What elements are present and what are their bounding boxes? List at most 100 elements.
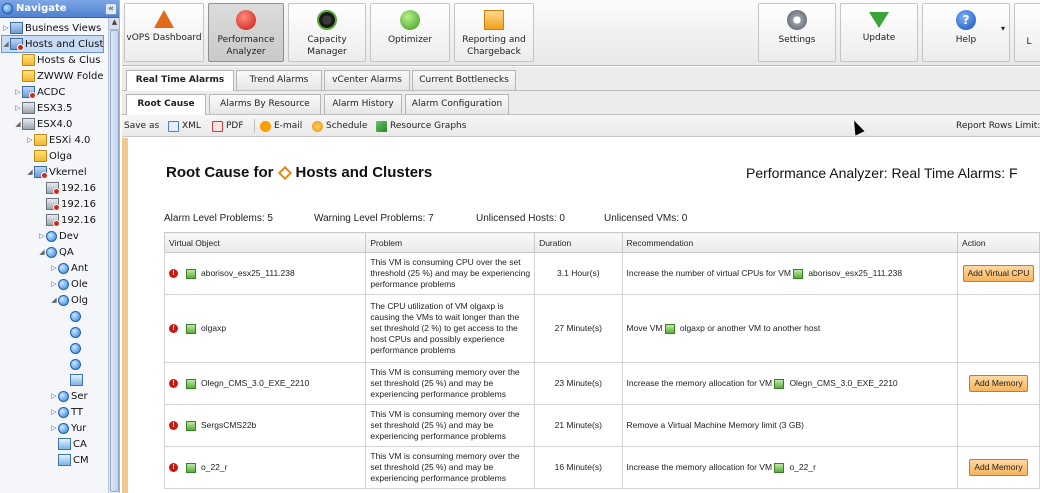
schedule-button[interactable]: Schedule xyxy=(312,119,367,133)
tree-node[interactable]: ▷ Ant xyxy=(50,260,88,276)
tree-expander-icon[interactable]: ▷ xyxy=(50,424,58,432)
action-button[interactable]: Add Memory xyxy=(969,459,1028,476)
column-header-problem[interactable]: Problem xyxy=(365,232,536,253)
tree-node[interactable]: Olga xyxy=(26,148,72,164)
alert-badge-icon xyxy=(17,44,24,51)
tree-node[interactable] xyxy=(62,372,85,388)
action-button[interactable]: Add Virtual CPU xyxy=(962,265,1035,282)
tree-node[interactable]: ▷ Dev xyxy=(38,228,79,244)
tree-expander-icon[interactable]: ▷ xyxy=(38,232,46,240)
cell-recommendation: Increase the memory allocation for VM Ol… xyxy=(621,362,958,405)
tree-node[interactable]: ▷ Yur xyxy=(50,420,86,436)
tree-expander-icon[interactable]: ▷ xyxy=(2,24,10,32)
column-header-virtual-object[interactable]: Virtual Object xyxy=(163,232,367,253)
save-pdf-button[interactable]: PDF xyxy=(212,119,244,133)
tab-trend-alarms[interactable]: Trend Alarms xyxy=(236,70,322,90)
action-button[interactable]: Add Memory xyxy=(969,375,1028,392)
capacity-manager-button[interactable]: Capacity Manager xyxy=(288,3,366,62)
tree-node[interactable]: ◢ Hosts and Clust xyxy=(0,35,105,53)
tree-node[interactable]: ▷ ESXi 4.0 xyxy=(26,132,90,148)
tree-expander-icon[interactable]: ◢ xyxy=(14,120,22,128)
update-button[interactable]: Update xyxy=(840,3,918,62)
help-dropdown-arrow-icon[interactable]: ▾ xyxy=(1001,24,1005,33)
optimizer-icon xyxy=(400,10,420,30)
tree-expander-icon[interactable]: ◢ xyxy=(50,296,58,304)
tree-expander-icon[interactable]: ▷ xyxy=(50,280,58,288)
tree-node[interactable] xyxy=(62,356,83,372)
recommendation-vm[interactable]: aborisov_esx25_111.238 xyxy=(808,268,902,278)
virtual-object-name[interactable]: Olegn_CMS_3.0_EXE_2210 xyxy=(201,378,309,389)
tree-node[interactable]: ZWWW Folde xyxy=(14,68,103,84)
tab-alarms-by-resource[interactable]: Alarms By Resource xyxy=(209,94,321,114)
tree-node[interactable]: 192.16 xyxy=(38,196,96,212)
tab-root-cause[interactable]: Root Cause xyxy=(126,94,206,115)
virtual-object-name[interactable]: aborisov_esx25_111.238 xyxy=(201,268,295,279)
tree-node[interactable] xyxy=(62,308,83,324)
vops-dashboard-label: vOPS Dashboard xyxy=(126,33,202,43)
optimizer-button[interactable]: Optimizer xyxy=(370,3,450,62)
tree-node[interactable]: ◢ ESX4.0 xyxy=(14,116,72,132)
scrollbar-thumb[interactable] xyxy=(110,30,119,492)
performance-analyzer-button[interactable]: Performance Analyzer xyxy=(208,3,284,62)
tree-node[interactable]: ▷ Ser xyxy=(50,388,88,404)
vops-dashboard-button[interactable]: vOPS Dashboard xyxy=(124,3,204,62)
tree-node[interactable] xyxy=(62,340,83,356)
tab-vcenter-alarms[interactable]: vCenter Alarms xyxy=(324,70,410,90)
virtual-object-name[interactable]: olgaxp xyxy=(201,323,226,334)
tree-expander-icon[interactable]: ◢ xyxy=(38,248,46,256)
tree-expander-icon[interactable]: ▷ xyxy=(14,104,22,112)
nav-scrollbar[interactable]: ▲ xyxy=(108,18,119,493)
table-row[interactable]: ! Olegn_CMS_3.0_EXE_2210 This VM is consum… xyxy=(163,362,1040,405)
globe-icon xyxy=(2,3,13,14)
tree-expander-icon[interactable]: ▷ xyxy=(50,408,58,416)
tree-node[interactable]: 192.16 xyxy=(38,180,96,196)
save-xml-button[interactable]: XML xyxy=(168,119,201,133)
tree-node[interactable]: CA xyxy=(50,436,87,452)
vm-icon xyxy=(70,374,83,386)
tree-node[interactable]: ◢ Olg xyxy=(50,292,88,308)
tab-real-time-alarms[interactable]: Real Time Alarms xyxy=(126,70,234,91)
table-row[interactable]: ! olgaxp The CPU utilization of VM olgaxp … xyxy=(163,294,1040,363)
table-row[interactable]: ! aborisov_esx25_111.238 This VM is consum… xyxy=(163,252,1040,295)
scroll-up-icon[interactable]: ▲ xyxy=(109,18,119,30)
tree-node[interactable]: ▷ Ole xyxy=(50,276,88,292)
virtual-object-name[interactable]: SergsCMS22b xyxy=(201,420,256,431)
collapse-panel-button[interactable]: « xyxy=(105,2,117,15)
recommendation-vm[interactable]: o_22_r xyxy=(789,462,815,472)
tree-node[interactable]: 192.16 xyxy=(38,212,96,228)
tree-node[interactable]: ▷ Business Views xyxy=(2,20,101,36)
table-row[interactable]: ! o_22_r This VM is consuming memory over … xyxy=(163,446,1040,489)
tree-expander-icon[interactable]: ▷ xyxy=(26,136,34,144)
tree-node[interactable]: ◢ Vkernel xyxy=(26,164,87,180)
tree-expander-icon[interactable]: ▷ xyxy=(14,88,22,96)
tree-expander-icon[interactable]: ▷ xyxy=(50,392,58,400)
virtual-object-name[interactable]: o_22_r xyxy=(201,462,227,473)
tree-node[interactable]: ▷ TT xyxy=(50,404,83,420)
tree-expander-icon[interactable]: ◢ xyxy=(26,168,34,176)
recommendation-vm[interactable]: Olegn_CMS_3.0_EXE_2210 xyxy=(789,378,897,388)
save-pdf-label: PDF xyxy=(226,121,244,131)
recommendation-vm[interactable]: olgaxp xyxy=(680,323,705,333)
column-header-duration[interactable]: Duration xyxy=(534,232,623,253)
help-button[interactable]: ? Help ▾ xyxy=(922,3,1010,62)
tab-alarm-history[interactable]: Alarm History xyxy=(324,94,402,114)
tree-node[interactable]: CM xyxy=(50,452,89,468)
tree-node[interactable]: ▷ ACDC xyxy=(14,84,65,100)
resource-graphs-button[interactable]: Resource Graphs xyxy=(376,119,466,133)
tree-expander-icon[interactable]: ▷ xyxy=(50,264,58,272)
tree-node[interactable] xyxy=(62,324,83,340)
tree-node[interactable]: ◢ QA xyxy=(38,244,74,260)
email-button[interactable]: E-mail xyxy=(260,119,302,133)
tree-expander-icon[interactable]: ◢ xyxy=(2,40,10,48)
logout-button[interactable]: L xyxy=(1014,3,1040,62)
table-row[interactable]: ! SergsCMS22b This VM is consuming memory … xyxy=(163,404,1040,447)
tree-node[interactable]: ▷ ESX3.5 xyxy=(14,100,72,116)
hosts-clusters-icon xyxy=(277,165,292,180)
tab-alarm-configuration[interactable]: Alarm Configuration xyxy=(405,94,509,114)
column-header-action[interactable]: Action xyxy=(956,232,1040,253)
tab-current-bottlenecks[interactable]: Current Bottlenecks xyxy=(412,70,516,90)
settings-button[interactable]: Settings xyxy=(758,3,836,62)
column-header-recommendation[interactable]: Recommendation xyxy=(621,232,958,253)
tree-node[interactable]: Hosts & Clus xyxy=(14,52,100,68)
reporting-chargeback-button[interactable]: Reporting and Chargeback xyxy=(454,3,534,62)
